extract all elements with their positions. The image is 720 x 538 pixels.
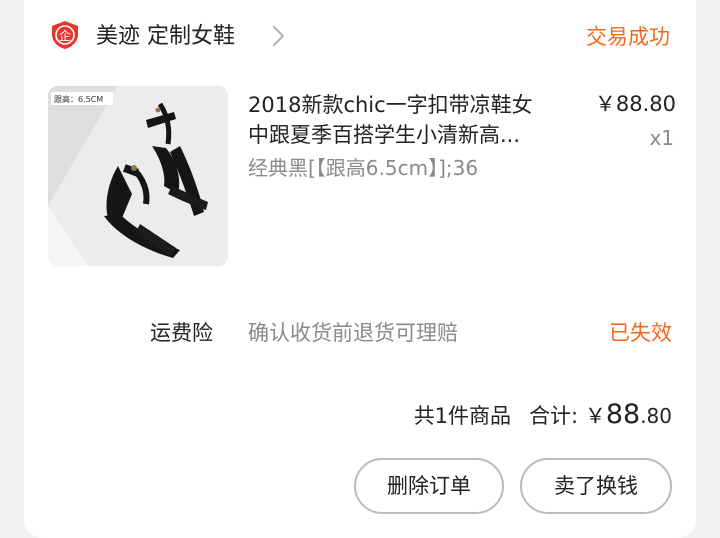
total-currency: ￥ — [584, 404, 606, 428]
delete-order-button[interactable]: 删除订单 — [354, 458, 504, 514]
total-amount-decimal: .80 — [640, 404, 672, 428]
product-thumbnail[interactable]: 跟高：6.5CM — [48, 86, 228, 266]
product-title-line-1: 2018新款chic一字扣带凉鞋女 — [248, 93, 533, 117]
shop-badge-icon[interactable]: 企 — [50, 20, 80, 50]
total-label: 合计: — [529, 404, 579, 428]
shipping-insurance-label: 运费险 — [150, 321, 213, 345]
order-card: 企 美迹 定制女鞋 交易成功 跟高：6.5CM 2018新款chic一字扣带凉鞋… — [24, 0, 696, 538]
shop-name[interactable]: 美迹 定制女鞋 — [96, 22, 235, 52]
product-quantity: x1 — [649, 126, 674, 150]
shipping-insurance-description: 确认收货前退货可理赔 — [248, 321, 458, 345]
product-title-line-2: 中跟夏季百搭学生小清新高... — [248, 123, 521, 147]
total-amount-integer: 88 — [605, 399, 641, 430]
product-spec: 经典黑[【跟高6.5cm】];36 — [248, 156, 479, 180]
svg-text:企: 企 — [59, 28, 71, 43]
shipping-insurance-status: 已失效 — [609, 321, 672, 345]
item-count: 共1件商品 — [413, 404, 512, 428]
product-title[interactable]: 2018新款chic一字扣带凉鞋女 中跟夏季百搭学生小清新高... — [248, 90, 578, 150]
product-price: ￥88.80 — [594, 92, 676, 116]
sell-item-button[interactable]: 卖了换钱 — [520, 458, 672, 514]
order-status: 交易成功 — [586, 25, 670, 49]
svg-text:跟高：6.5CM: 跟高：6.5CM — [54, 94, 103, 104]
order-summary: 共1件商品 合计: ￥88.80 — [414, 398, 672, 433]
chevron-right-icon[interactable] — [270, 22, 288, 50]
